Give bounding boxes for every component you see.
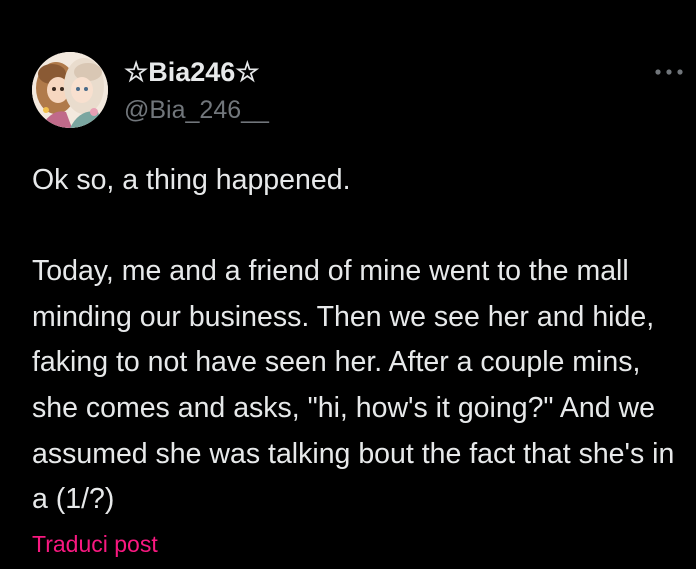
tweet-text: Ok so, a thing happened. Today, me and a…: [32, 164, 675, 516]
display-name[interactable]: ☆Bia246☆: [124, 56, 259, 88]
avatar-image: [32, 52, 108, 128]
more-horizontal-icon[interactable]: [652, 64, 686, 80]
translate-post-link[interactable]: Traduci post: [32, 530, 158, 558]
tweet: ☆Bia246☆ @Bia_246__ Ok so, a thing happe…: [0, 0, 696, 569]
avatar[interactable]: [32, 52, 108, 128]
user-handle[interactable]: @Bia_246__: [124, 95, 269, 125]
